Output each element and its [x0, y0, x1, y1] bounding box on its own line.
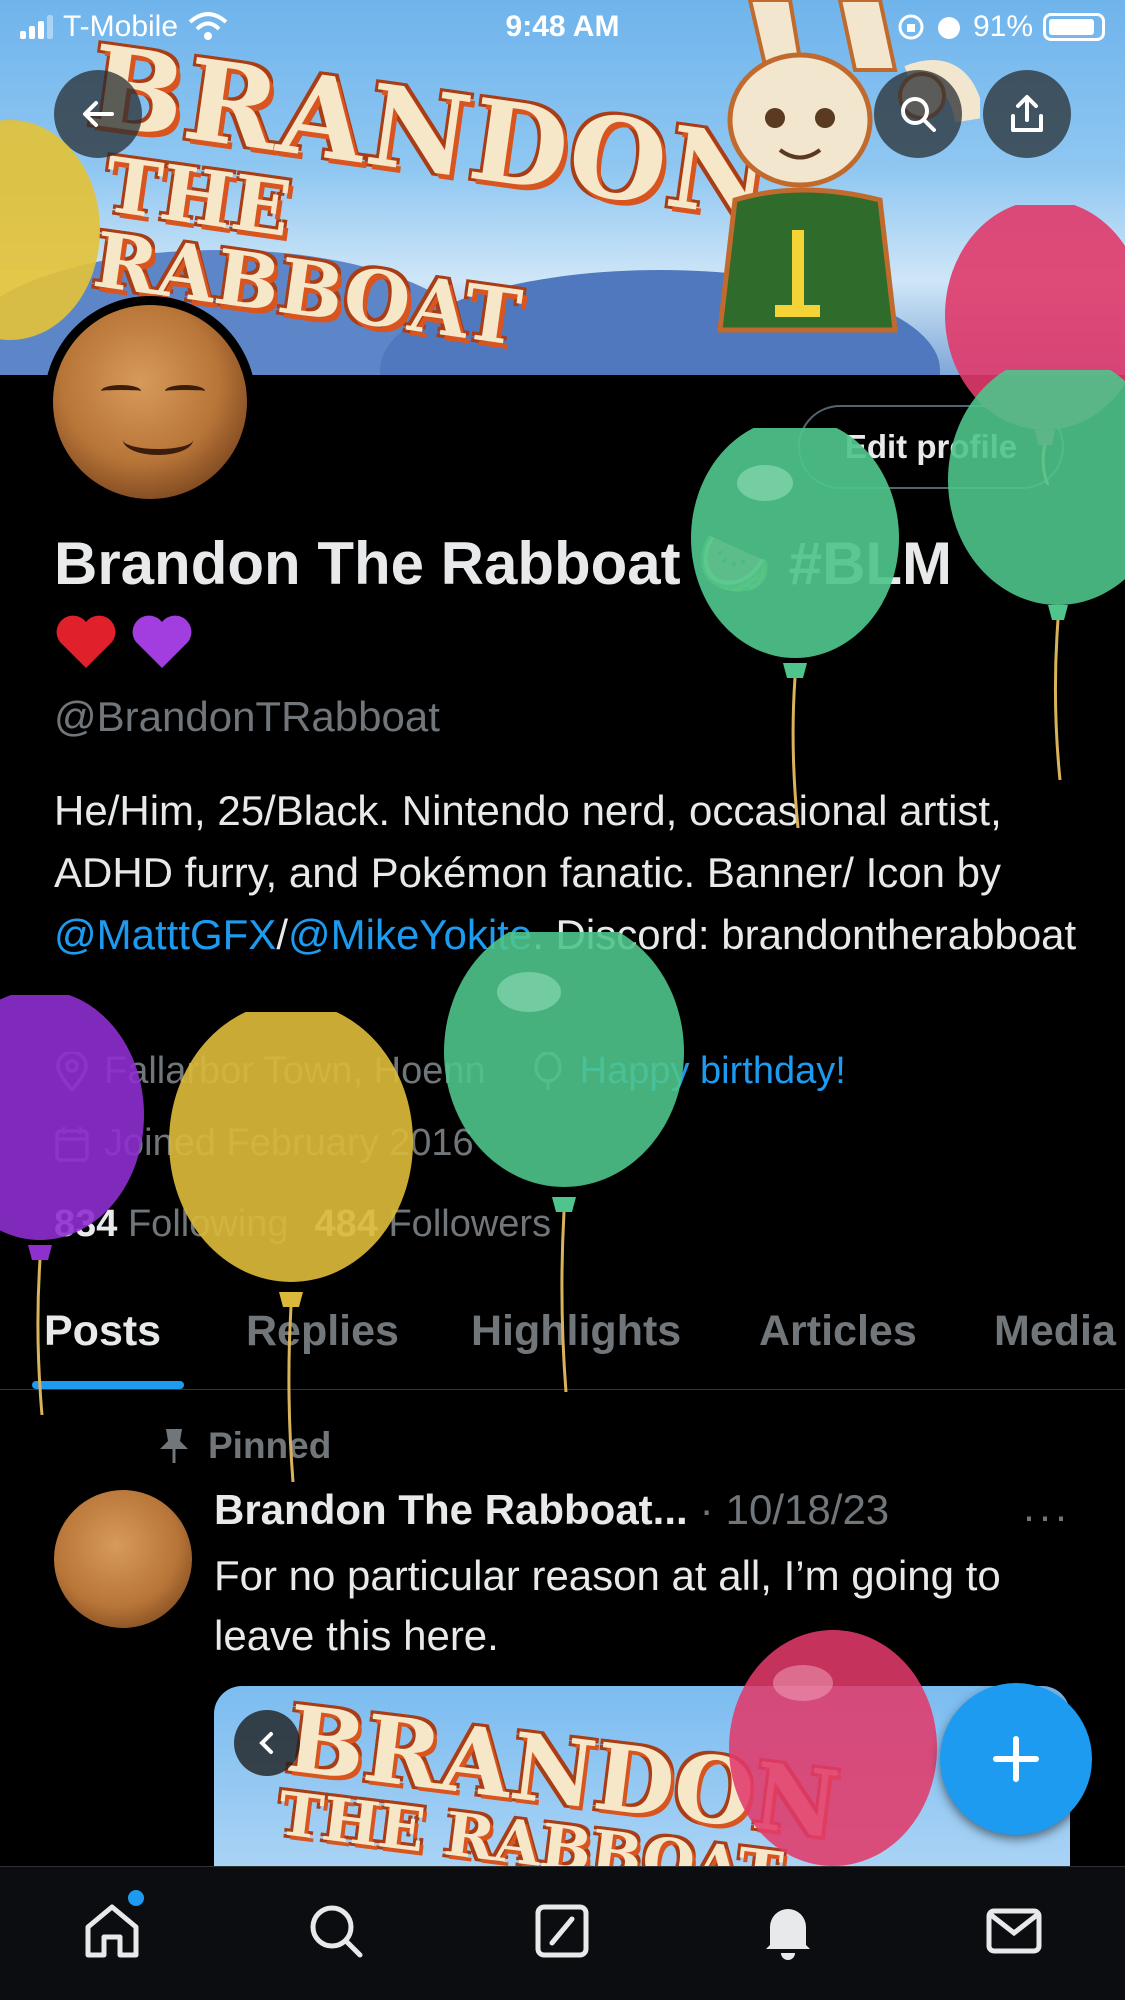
search-icon [901, 97, 936, 132]
birthday-link[interactable]: Happy birthday! [580, 1050, 846, 1093]
post-author[interactable]: Brandon The Rabboat... [214, 1486, 688, 1534]
profile-bio: He/Him, 25/Black. Nintendo nerd, occasio… [54, 787, 1077, 958]
red-heart-icon [56, 615, 116, 668]
post-more-button[interactable]: ··· [1022, 1492, 1070, 1540]
search-icon [310, 1905, 363, 1958]
alarm-icon [937, 17, 960, 39]
pin-icon [160, 1429, 188, 1463]
chevron-left-icon [259, 1732, 273, 1754]
status-bar: T-Mobile 9:48 AM 91% [0, 0, 1125, 60]
profile-meta-row: Fallarbor Town, Hoenn Happy birthday! [54, 1050, 846, 1093]
profile-tabs: Posts Replies Highlights Articles Media [0, 1295, 1125, 1390]
purple-heart-icon [132, 615, 192, 668]
active-tab-indicator [32, 1381, 184, 1389]
share-icon [1011, 95, 1043, 132]
plus-icon [993, 1736, 1039, 1782]
nav-messages[interactable] [974, 1891, 1054, 1971]
edit-profile-button[interactable]: Edit profile [798, 405, 1064, 489]
post-avatar[interactable] [54, 1490, 192, 1628]
profile-joined: Joined February 2016 [104, 1122, 474, 1164]
arrow-left-icon [83, 101, 114, 127]
tab-articles[interactable]: Articles [759, 1307, 917, 1356]
battery-icon [1043, 13, 1105, 41]
mail-icon [986, 1908, 1042, 1954]
post-date[interactable]: 10/18/23 [726, 1486, 890, 1534]
bio-link-matttgfx[interactable]: @MatttGFX [54, 911, 276, 958]
compose-button[interactable] [940, 1683, 1092, 1835]
battery-percent: 91% [972, 10, 1033, 43]
bio-link-mikeyokite[interactable]: @MikeYokite [288, 911, 532, 958]
bottom-tab-bar [0, 1866, 1125, 2000]
bell-icon [766, 1909, 810, 1960]
media-prev-button[interactable] [234, 1710, 300, 1776]
calendar-icon [55, 1126, 89, 1162]
balloon-icon [533, 1051, 562, 1090]
name-emojis [54, 612, 194, 672]
profile-handle: @BrandonTRabboat [54, 693, 440, 740]
back-button[interactable] [54, 70, 142, 158]
post-media-title: BRANDON THE RABBOAT [274, 1686, 844, 1866]
nav-notifications[interactable] [748, 1891, 828, 1971]
banner-title: BRANDON THE RABBOAT [80, 20, 781, 363]
pinned-label: Pinned [158, 1425, 331, 1467]
location-pin-icon [56, 1051, 88, 1092]
profile-joined-row: Joined February 2016 [54, 1122, 474, 1165]
share-button[interactable] [983, 70, 1071, 158]
search-button[interactable] [874, 70, 962, 158]
nav-search[interactable] [296, 1891, 376, 1971]
followers-link[interactable]: 484 Followers [315, 1203, 552, 1246]
post-separator: · [699, 1486, 714, 1533]
profile-location: Fallarbor Town, Hoenn [104, 1050, 486, 1092]
orientation-lock-icon [898, 14, 924, 40]
home-icon [85, 1904, 139, 1958]
follow-counts: 834 Following 484 Followers [54, 1203, 551, 1246]
profile-avatar[interactable] [44, 296, 256, 508]
following-link[interactable]: 834 Following [54, 1203, 289, 1246]
tab-posts[interactable]: Posts [44, 1307, 161, 1356]
grok-icon [535, 1904, 589, 1958]
post-text: For no particular reason at all, I’m goi… [214, 1552, 1001, 1659]
tab-replies[interactable]: Replies [246, 1307, 399, 1356]
nav-grok[interactable] [522, 1891, 602, 1971]
tab-highlights[interactable]: Highlights [471, 1307, 681, 1356]
profile-name: Brandon The Rabboat 🍉 #BLM [54, 530, 953, 597]
post-header: Brandon The Rabboat... · 10/18/23 [214, 1486, 889, 1534]
tab-media[interactable]: Media [994, 1307, 1116, 1356]
home-unread-dot [128, 1890, 144, 1906]
